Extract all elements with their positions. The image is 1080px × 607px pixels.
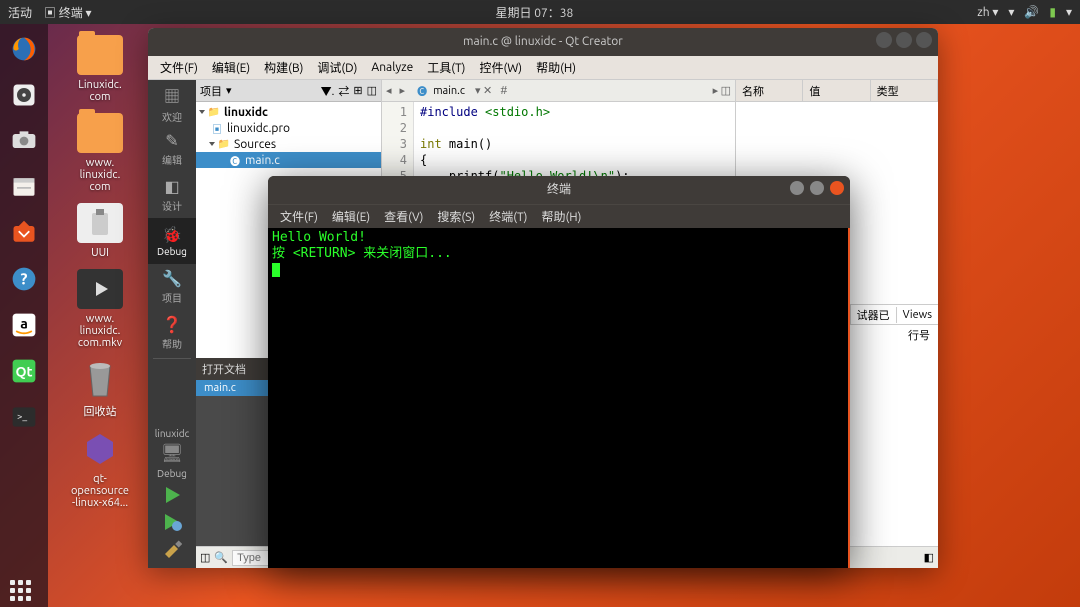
launcher-amazon[interactable]: a [3, 304, 45, 346]
sidebar-toggle-icon[interactable]: ◧ [924, 551, 934, 564]
launcher-files[interactable] [3, 166, 45, 208]
desktop-icon-www-folder[interactable]: www. linuxidc. com [60, 113, 140, 193]
chevron-down-icon[interactable]: ▾ [226, 84, 232, 97]
svg-text:Qt: Qt [15, 363, 32, 379]
launcher: ? a Qt >_ [0, 24, 48, 607]
mode-selector: ▦欢迎 ✎编辑 ◧设计 🐞Debug 🔧项目 ❓帮助 linuxidc 🖥 De… [148, 80, 196, 568]
launcher-terminal[interactable]: >_ [3, 396, 45, 438]
app-menu[interactable]: ▣ 终端 ▾ [44, 4, 92, 21]
mode-debug[interactable]: 🐞Debug [148, 218, 196, 264]
menu-edit[interactable]: 编辑(E) [206, 57, 256, 78]
clock[interactable]: 星期日 07：38 [92, 4, 978, 21]
desktop-icon-qt-installer[interactable]: qt- opensource -linux-x64... [60, 429, 140, 509]
term-menu-search[interactable]: 搜索(S) [431, 206, 481, 227]
monitor-icon: 🖥 [155, 443, 189, 464]
build-button[interactable] [157, 537, 187, 561]
editor-tab-main-c[interactable]: 🅒main.c [409, 84, 471, 98]
add-icon[interactable]: ⊞ [353, 84, 362, 97]
mode-projects[interactable]: 🔧项目 [148, 264, 196, 310]
menu-widgets[interactable]: 控件(W) [473, 57, 528, 78]
run-button[interactable] [157, 483, 187, 507]
qt-menubar: 文件(F) 编辑(E) 构建(B) 调试(D) Analyze 工具(T) 控件… [148, 56, 938, 80]
menu-build[interactable]: 构建(B) [258, 57, 309, 78]
tree-root[interactable]: 📁linuxidc [196, 104, 381, 120]
term-menu-help[interactable]: 帮助(H) [535, 206, 587, 227]
tree-sources[interactable]: 📁Sources [196, 136, 381, 152]
terminal-menubar: 文件(F) 编辑(E) 查看(V) 搜索(S) 终端(T) 帮助(H) [268, 204, 850, 228]
symbol-dropdown[interactable]: # [496, 85, 511, 97]
menu-tools[interactable]: 工具(T) [421, 57, 471, 78]
launcher-software[interactable] [3, 212, 45, 254]
term-menu-view[interactable]: 查看(V) [378, 206, 429, 227]
terminal-close-button[interactable] [830, 181, 844, 195]
svg-text:?: ? [21, 269, 28, 287]
build-config[interactable]: Debug [155, 468, 189, 479]
mode-edit[interactable]: ✎编辑 [148, 126, 196, 172]
launcher-firefox[interactable] [3, 28, 45, 70]
debug-run-button[interactable] [157, 510, 187, 534]
mode-design[interactable]: ◧设计 [148, 172, 196, 218]
nav-fwd-icon[interactable]: ▸ [396, 84, 410, 97]
filter-icon[interactable]: ▼. [321, 83, 335, 99]
locals-col-name[interactable]: 名称 [736, 80, 803, 101]
term-menu-edit[interactable]: 编辑(E) [326, 206, 376, 227]
desktop-icon-mkv[interactable]: www. linuxidc. com.mkv [60, 269, 140, 349]
top-panel: 活动 ▣ 终端 ▾ 星期日 07：38 zh ▾ ▾ 🔊 ▮ ▾ [0, 0, 1080, 24]
desktop: 活动 ▣ 终端 ▾ 星期日 07：38 zh ▾ ▾ 🔊 ▮ ▾ ? a Qt … [0, 0, 1080, 607]
rp-tab-views[interactable]: Views [896, 307, 938, 323]
term-menu-terminal[interactable]: 终端(T) [483, 206, 533, 227]
activities-button[interactable]: 活动 [8, 4, 32, 21]
terminal-minimize-button[interactable] [790, 181, 804, 195]
desktop-icons: Linuxidc. com www. linuxidc. com UUI www… [60, 35, 150, 519]
input-method-indicator[interactable]: zh ▾ [977, 5, 998, 19]
menu-debug[interactable]: 调试(D) [311, 57, 363, 78]
mode-help[interactable]: ❓帮助 [148, 310, 196, 356]
system-menu-caret[interactable]: ▾ [1066, 5, 1072, 19]
launcher-shotwell[interactable] [3, 120, 45, 162]
locals-col-value[interactable]: 值 [803, 80, 870, 101]
menu-file[interactable]: 文件(F) [154, 57, 204, 78]
kit-selector[interactable]: linuxidc [155, 428, 189, 439]
tree-pro-file[interactable]: ▣linuxidc.pro [196, 120, 381, 136]
split-icon[interactable]: ◫ [367, 84, 377, 97]
desktop-icon-trash[interactable]: 回收站 [60, 359, 140, 419]
svg-text:a: a [20, 316, 28, 332]
project-panel-title[interactable]: 项目 [200, 83, 222, 99]
launcher-qtcreator[interactable]: Qt [3, 350, 45, 392]
terminal-titlebar[interactable]: 终端 [268, 176, 850, 204]
terminal-maximize-button[interactable] [810, 181, 824, 195]
show-applications-button[interactable] [10, 580, 31, 601]
qt-close-button[interactable] [916, 32, 932, 48]
qt-titlebar[interactable]: main.c @ linuxidc - Qt Creator [148, 28, 938, 56]
volume-icon[interactable]: 🔊 [1024, 5, 1039, 19]
term-menu-file[interactable]: 文件(F) [274, 206, 324, 227]
menu-help[interactable]: 帮助(H) [530, 57, 582, 78]
wifi-icon[interactable]: ▾ [1008, 5, 1014, 19]
search-icon: 🔍 [214, 551, 228, 564]
locals-col-type[interactable]: 类型 [871, 80, 938, 101]
rp-tab-debugger[interactable]: 试器已 [850, 305, 896, 325]
svg-text:>_: >_ [17, 411, 27, 422]
editor-split-icon[interactable]: ▸ ◫ [709, 84, 735, 97]
mode-welcome[interactable]: ▦欢迎 [148, 80, 196, 126]
menu-analyze[interactable]: Analyze [365, 59, 419, 76]
terminal-cursor [272, 263, 280, 277]
desktop-icon-linuxidc-folder[interactable]: Linuxidc. com [60, 35, 140, 103]
terminal-window: 终端 文件(F) 编辑(E) 查看(V) 搜索(S) 终端(T) 帮助(H) H… [268, 176, 850, 568]
qt-minimize-button[interactable] [876, 32, 892, 48]
terminal-output[interactable]: Hello World! 按 <RETURN> 来关闭窗口... [268, 228, 850, 568]
launcher-rhythmbox[interactable] [3, 74, 45, 116]
desktop-icon-uui[interactable]: UUI [60, 203, 140, 259]
output-pane-icon[interactable]: ◫ [200, 551, 210, 564]
launcher-help[interactable]: ? [3, 258, 45, 300]
battery-icon[interactable]: ▮ [1049, 5, 1056, 19]
tree-main-c[interactable]: 🅒main.c [196, 152, 381, 168]
qt-maximize-button[interactable] [896, 32, 912, 48]
nav-back-icon[interactable]: ◂ [382, 84, 396, 97]
link-icon[interactable]: ⇄ [338, 83, 349, 99]
